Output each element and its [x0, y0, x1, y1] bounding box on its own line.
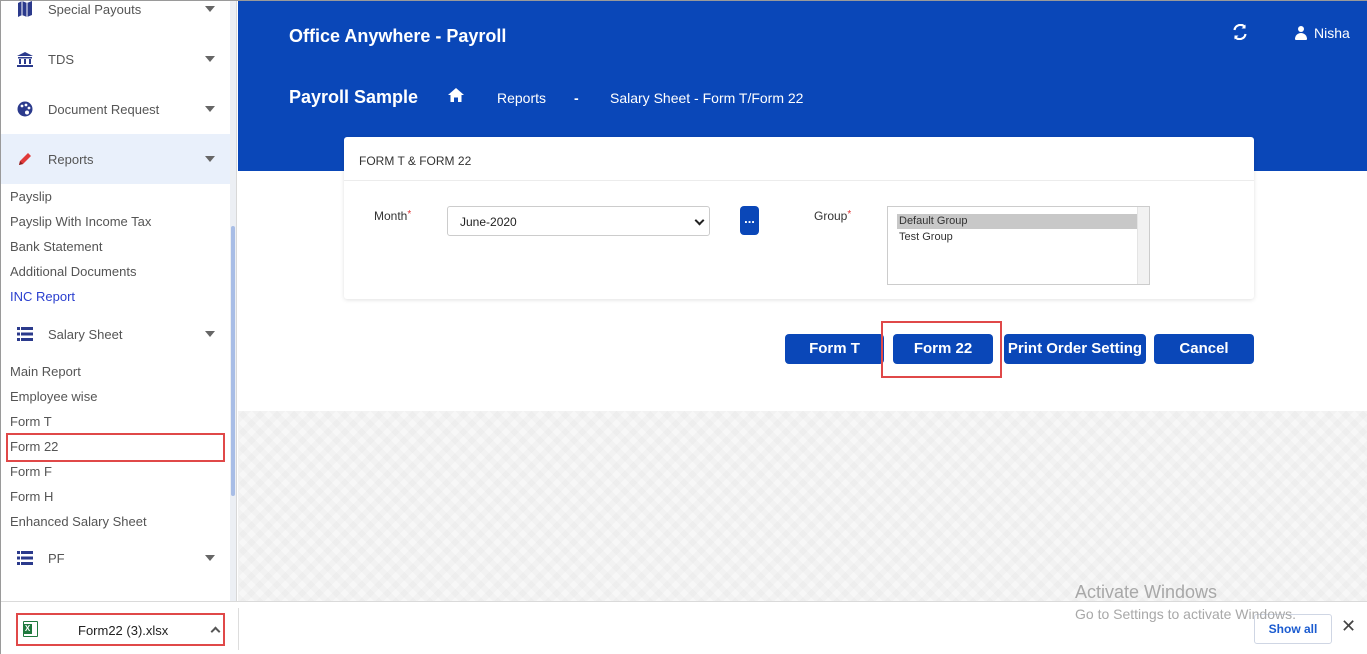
sidebar-item-payslip[interactable]: Payslip: [10, 189, 52, 204]
divider: [344, 180, 1254, 181]
user-name: Nisha: [1314, 25, 1350, 41]
chevron-down-icon[interactable]: [205, 6, 215, 12]
chevron-down-icon[interactable]: [205, 331, 215, 337]
highlight-box: [16, 613, 225, 646]
user-icon: [1295, 26, 1307, 40]
chevron-down-icon: [694, 215, 705, 226]
activate-windows-title: Activate Windows: [1075, 582, 1218, 602]
sidebar-item-bank-statement[interactable]: Bank Statement: [10, 239, 103, 254]
sidebar-item-enhanced-salary-sheet[interactable]: Enhanced Salary Sheet: [10, 514, 147, 529]
sidebar-item-payslip-income-tax[interactable]: Payslip With Income Tax: [10, 214, 151, 229]
required-mark: *: [847, 209, 852, 220]
menu-tds[interactable]: TDS: [1, 34, 231, 84]
sidebar-item-additional-documents[interactable]: Additional Documents: [10, 264, 136, 279]
chevron-down-icon[interactable]: [205, 156, 215, 162]
sidebar-item-main-report[interactable]: Main Report: [10, 364, 81, 379]
menu-salary-sheet[interactable]: Salary Sheet: [1, 309, 231, 359]
chevron-down-icon[interactable]: [205, 555, 215, 561]
sidebar: Special Payouts TDS Document Request Rep…: [1, 1, 237, 601]
background-pattern: [238, 411, 1367, 601]
breadcrumb-reports[interactable]: Reports: [497, 90, 546, 106]
menu-reports[interactable]: Reports: [1, 134, 231, 184]
chevron-down-icon[interactable]: [205, 106, 215, 112]
menu-label: Special Payouts: [48, 1, 142, 17]
highlight-box: [6, 433, 225, 462]
refresh-icon[interactable]: [1232, 23, 1248, 45]
group-listbox[interactable]: Default Group Test Group: [887, 206, 1150, 285]
sidebar-item-form-f[interactable]: Form F: [10, 464, 52, 479]
menu-document-request[interactable]: Document Request: [1, 84, 231, 134]
menu-label: Document Request: [48, 101, 160, 117]
menu-special-payouts[interactable]: Special Payouts: [1, 1, 231, 34]
breadcrumb-separator: -: [574, 90, 579, 106]
menu-pf[interactable]: PF: [1, 533, 231, 583]
sidebar-item-form-h[interactable]: Form H: [10, 489, 53, 504]
list-icon: [15, 324, 35, 344]
activate-windows-subtitle: Go to Settings to activate Windows.: [1075, 606, 1296, 622]
month-picker-button[interactable]: ...: [740, 206, 759, 235]
month-label: Month*: [374, 209, 411, 223]
divider: [238, 608, 239, 650]
home-icon[interactable]: [448, 88, 464, 102]
close-icon[interactable]: ✕: [1341, 616, 1356, 637]
bank-icon: [15, 49, 35, 69]
sidebar-scrollbar-thumb[interactable]: [231, 226, 235, 496]
map-icon: [15, 1, 35, 19]
menu-label: Salary Sheet: [48, 326, 123, 342]
group-option[interactable]: Default Group: [897, 214, 1138, 229]
palette-icon: [15, 99, 35, 119]
app-title: Office Anywhere - Payroll: [289, 26, 507, 46]
breadcrumb-current: Salary Sheet - Form T/Form 22: [610, 90, 804, 106]
group-label: Group*: [814, 209, 851, 223]
form-t-button[interactable]: Form T: [785, 334, 884, 364]
group-option[interactable]: Test Group: [897, 230, 1138, 245]
org-name: Payroll Sample: [289, 87, 419, 107]
menu-label: Reports: [48, 151, 94, 167]
chevron-down-icon[interactable]: [205, 56, 215, 62]
menu-label: PF: [48, 550, 65, 566]
cancel-button[interactable]: Cancel: [1154, 334, 1254, 364]
highlight-box: [881, 321, 1002, 378]
sidebar-item-employee-wise[interactable]: Employee wise: [10, 389, 97, 404]
user-menu[interactable]: Nisha: [1295, 25, 1350, 41]
month-select-value: June-2020: [460, 215, 517, 229]
list-icon: [15, 548, 35, 568]
listbox-scrollbar[interactable]: [1137, 207, 1149, 284]
group-label-text: Group: [814, 209, 848, 223]
month-label-text: Month: [374, 209, 408, 223]
pencil-icon: [15, 149, 35, 169]
form-card: FORM T & FORM 22 Month* June-2020 ... Gr…: [344, 137, 1254, 299]
sidebar-item-inc-report[interactable]: INC Report: [10, 289, 75, 304]
print-order-setting-button[interactable]: Print Order Setting: [1004, 334, 1146, 364]
card-title: FORM T & FORM 22: [359, 154, 472, 168]
required-mark: *: [407, 209, 412, 220]
month-select[interactable]: June-2020: [447, 206, 710, 236]
sidebar-item-form-t[interactable]: Form T: [10, 414, 52, 429]
menu-label: TDS: [48, 51, 74, 67]
